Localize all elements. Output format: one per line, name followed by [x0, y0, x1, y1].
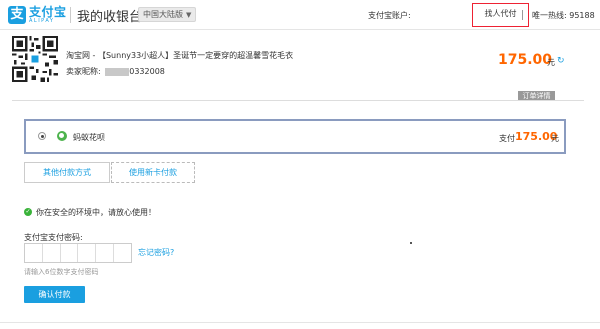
password-digit-cell[interactable] — [43, 244, 61, 262]
seller-id: 0332008 — [129, 67, 165, 76]
pay-label: 支付 — [499, 134, 515, 143]
alipay-logo-icon: 支 — [8, 6, 26, 24]
delegate-divider — [522, 10, 523, 20]
page-title: 我的收银台 — [77, 10, 143, 25]
order-price: 175.00 — [498, 52, 553, 68]
region-label: 中国大陆版 — [143, 10, 183, 19]
password-digit-cell[interactable] — [78, 244, 97, 262]
password-input[interactable] — [24, 243, 132, 263]
logo-en-text: ALIPAY — [29, 18, 55, 24]
new-card-button[interactable]: 使用新卡付款 — [111, 162, 195, 183]
password-label: 支付宝支付密码: — [24, 233, 83, 242]
chevron-down-icon: ▼ — [186, 11, 192, 19]
delegate-pay-label: 找人代付 — [484, 9, 517, 18]
top-header: 支 支付宝 ALIPAY 我的收银台 中国大陆版 ▼ 支付宝账户: 找人代付 唯一… — [0, 0, 600, 30]
huabei-icon — [57, 131, 67, 141]
stray-dot — [410, 242, 412, 244]
delegate-pay-button[interactable]: 找人代付 — [472, 3, 529, 27]
seller-label: 卖家昵称: — [66, 67, 101, 76]
seller-info: 卖家昵称: 0332008 — [66, 66, 165, 77]
forgot-password-link[interactable]: 忘记密码? — [138, 247, 174, 258]
logo-cn-text: 支付宝 — [29, 5, 67, 19]
password-digit-cell[interactable] — [114, 244, 131, 262]
password-hint: 请输入6位数字支付密码 — [24, 268, 99, 276]
refresh-icon[interactable]: ↻ — [557, 56, 565, 66]
payment-method-box[interactable]: 蚂蚁花呗 支付 175.00 元 — [24, 119, 566, 154]
seller-name-mask — [105, 67, 130, 76]
header-divider — [70, 7, 71, 23]
check-shield-icon: ✓ — [24, 208, 32, 216]
qr-code-icon — [12, 36, 58, 82]
payment-radio[interactable] — [38, 132, 46, 140]
alipay-logo[interactable]: 支 支付宝 ALIPAY — [8, 5, 67, 25]
pay-unit: 元 — [551, 134, 559, 143]
order-price-unit: 元 — [547, 58, 555, 67]
account-label: 支付宝账户: — [368, 11, 411, 20]
footer-divider — [0, 322, 600, 323]
password-digit-cell[interactable] — [61, 244, 79, 262]
hotline-text: 唯一热线: 95188 — [532, 11, 595, 20]
security-notice: 你在安全的环境中，请放心使用！ — [36, 208, 156, 217]
other-payment-methods-button[interactable]: 其他付款方式 — [24, 162, 110, 183]
order-title: 淘宝网 - 【Sunny33小超人】圣诞节一定要穿的超温馨雪花毛衣 — [66, 51, 294, 60]
password-digit-cell[interactable] — [25, 244, 43, 262]
password-digit-cell[interactable] — [96, 244, 115, 262]
section-divider — [12, 100, 584, 101]
region-selector[interactable]: 中国大陆版 ▼ — [138, 7, 197, 22]
confirm-payment-button[interactable]: 确认付款 — [24, 286, 85, 303]
payment-method-name: 蚂蚁花呗 — [73, 133, 105, 142]
